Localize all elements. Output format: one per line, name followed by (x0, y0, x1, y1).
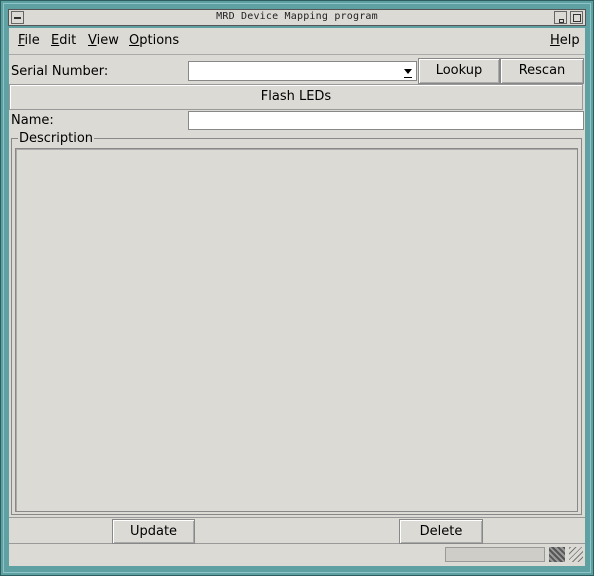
lookup-button[interactable]: Lookup (418, 58, 500, 84)
description-group: Description (11, 131, 582, 515)
window-client: File Edit View Options Help Serial Numbe… (9, 28, 585, 566)
action-bar: Update Delete (9, 517, 585, 544)
delete-button[interactable]: Delete (399, 519, 483, 544)
resize-grip-icon[interactable] (569, 547, 583, 562)
menu-file[interactable]: File (18, 33, 40, 48)
maximize-icon[interactable] (570, 11, 583, 24)
menu-bar: File Edit View Options Help (9, 28, 585, 55)
description-textarea[interactable] (15, 148, 578, 512)
name-field[interactable] (188, 111, 584, 130)
menu-edit[interactable]: Edit (51, 33, 76, 48)
menu-help[interactable]: Help (550, 33, 580, 48)
busy-indicator (549, 547, 565, 562)
window-title: MRD Device Mapping program (216, 11, 378, 22)
dropdown-arrow-icon[interactable] (404, 66, 413, 78)
menu-view[interactable]: View (88, 33, 119, 48)
serial-number-label: Serial Number: (11, 64, 109, 79)
status-bar (9, 544, 585, 566)
update-button[interactable]: Update (112, 519, 195, 544)
menu-options[interactable]: Options (129, 33, 179, 48)
rescan-button[interactable]: Rescan (500, 58, 584, 84)
name-label: Name: (11, 113, 54, 128)
serial-number-combo[interactable] (188, 61, 417, 81)
description-label: Description (18, 131, 95, 146)
progress-bar (445, 547, 545, 562)
title-bar[interactable]: MRD Device Mapping program (8, 9, 586, 26)
minimize-icon[interactable] (554, 11, 567, 24)
flash-leds-button[interactable]: Flash LEDs (9, 84, 583, 110)
